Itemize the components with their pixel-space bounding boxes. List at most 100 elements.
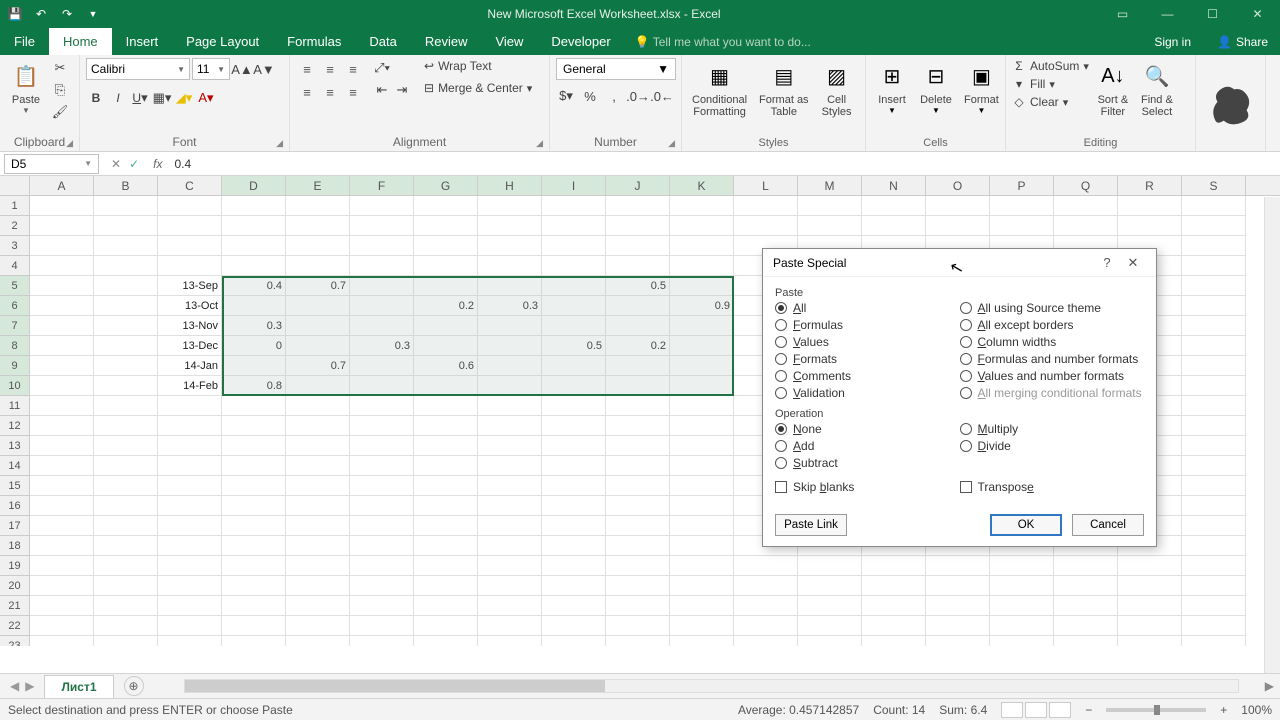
row-header-17[interactable]: 17 — [0, 516, 30, 536]
cell-C15[interactable] — [158, 476, 222, 496]
cell-E12[interactable] — [286, 416, 350, 436]
cell-J6[interactable] — [606, 296, 670, 316]
cell-G19[interactable] — [414, 556, 478, 576]
cell-R1[interactable] — [1118, 196, 1182, 216]
radio-subtract[interactable]: Subtract — [775, 456, 960, 470]
autosum-button[interactable]: ΣAutoSum ▾ — [1012, 58, 1089, 74]
cell-Q20[interactable] — [1054, 576, 1118, 596]
cell-G13[interactable] — [414, 436, 478, 456]
cell-N21[interactable] — [862, 596, 926, 616]
cell-J18[interactable] — [606, 536, 670, 556]
page-break-view-icon[interactable] — [1049, 702, 1071, 718]
cell-A17[interactable] — [30, 516, 94, 536]
underline-button[interactable]: U▾ — [130, 88, 150, 108]
cell-I10[interactable] — [542, 376, 606, 396]
redo-icon[interactable]: ↷ — [58, 5, 76, 23]
cell-E19[interactable] — [286, 556, 350, 576]
transpose-checkbox[interactable]: Transpose — [960, 480, 1145, 494]
cell-E22[interactable] — [286, 616, 350, 636]
skip-blanks-checkbox[interactable]: Skip blanks — [775, 480, 960, 494]
cell-H14[interactable] — [478, 456, 542, 476]
cell-A9[interactable] — [30, 356, 94, 376]
cell-C14[interactable] — [158, 456, 222, 476]
row-header-19[interactable]: 19 — [0, 556, 30, 576]
cell-R20[interactable] — [1118, 576, 1182, 596]
cell-J11[interactable] — [606, 396, 670, 416]
cell-C5[interactable]: 13-Sep — [158, 276, 222, 296]
cell-H19[interactable] — [478, 556, 542, 576]
cell-G11[interactable] — [414, 396, 478, 416]
cell-K3[interactable] — [670, 236, 734, 256]
cell-C19[interactable] — [158, 556, 222, 576]
cell-K21[interactable] — [670, 596, 734, 616]
cell-B6[interactable] — [94, 296, 158, 316]
cell-E21[interactable] — [286, 596, 350, 616]
column-header-E[interactable]: E — [286, 176, 350, 195]
radio-divide[interactable]: Divide — [960, 439, 1145, 453]
cell-O22[interactable] — [926, 616, 990, 636]
cell-F14[interactable] — [350, 456, 414, 476]
cell-H11[interactable] — [478, 396, 542, 416]
cell-G12[interactable] — [414, 416, 478, 436]
zoom-slider[interactable] — [1106, 708, 1206, 712]
qat-customize-icon[interactable]: ▼ — [84, 5, 102, 23]
cell-J1[interactable] — [606, 196, 670, 216]
cell-H7[interactable] — [478, 316, 542, 336]
column-header-B[interactable]: B — [94, 176, 158, 195]
row-header-4[interactable]: 4 — [0, 256, 30, 276]
cell-B12[interactable] — [94, 416, 158, 436]
cell-K14[interactable] — [670, 456, 734, 476]
cell-C8[interactable]: 13-Dec — [158, 336, 222, 356]
cell-H22[interactable] — [478, 616, 542, 636]
increase-font-icon[interactable]: A▲ — [232, 59, 252, 79]
cell-J7[interactable] — [606, 316, 670, 336]
cell-L19[interactable] — [734, 556, 798, 576]
cell-G23[interactable] — [414, 636, 478, 646]
cell-R22[interactable] — [1118, 616, 1182, 636]
cell-G1[interactable] — [414, 196, 478, 216]
cell-F8[interactable]: 0.3 — [350, 336, 414, 356]
cell-K12[interactable] — [670, 416, 734, 436]
tab-file[interactable]: File — [0, 28, 49, 55]
cell-G5[interactable] — [414, 276, 478, 296]
cell-I13[interactable] — [542, 436, 606, 456]
radio-multiply[interactable]: Multiply — [960, 422, 1145, 436]
wrap-text-button[interactable]: ↩ Wrap Text — [424, 58, 532, 74]
cell-B22[interactable] — [94, 616, 158, 636]
cell-S22[interactable] — [1182, 616, 1246, 636]
radio-values-and-number-formats[interactable]: Values and number formats — [960, 369, 1145, 383]
cell-Q21[interactable] — [1054, 596, 1118, 616]
cell-J21[interactable] — [606, 596, 670, 616]
cell-H15[interactable] — [478, 476, 542, 496]
cell-M19[interactable] — [798, 556, 862, 576]
cell-B8[interactable] — [94, 336, 158, 356]
cell-L1[interactable] — [734, 196, 798, 216]
cell-Q23[interactable] — [1054, 636, 1118, 646]
cell-H8[interactable] — [478, 336, 542, 356]
cell-J8[interactable]: 0.2 — [606, 336, 670, 356]
tell-me-search[interactable]: 💡 Tell me what you want to do... — [625, 29, 1141, 55]
tab-view[interactable]: View — [481, 28, 537, 55]
cell-E5[interactable]: 0.7 — [286, 276, 350, 296]
cancel-formula-icon[interactable]: ✕ — [111, 157, 121, 171]
horizontal-scrollbar[interactable] — [184, 679, 1239, 693]
tab-developer[interactable]: Developer — [537, 28, 624, 55]
cell-A19[interactable] — [30, 556, 94, 576]
cell-J12[interactable] — [606, 416, 670, 436]
cell-K4[interactable] — [670, 256, 734, 276]
cell-C23[interactable] — [158, 636, 222, 646]
cell-D15[interactable] — [222, 476, 286, 496]
radio-all[interactable]: All — [775, 301, 960, 315]
column-header-D[interactable]: D — [222, 176, 286, 195]
column-header-Q[interactable]: Q — [1054, 176, 1118, 195]
cell-L2[interactable] — [734, 216, 798, 236]
cell-E10[interactable] — [286, 376, 350, 396]
cell-N22[interactable] — [862, 616, 926, 636]
row-header-1[interactable]: 1 — [0, 196, 30, 216]
column-header-P[interactable]: P — [990, 176, 1054, 195]
radio-formats[interactable]: Formats — [775, 352, 960, 366]
cell-A18[interactable] — [30, 536, 94, 556]
cell-M1[interactable] — [798, 196, 862, 216]
cell-styles-button[interactable]: ▨Cell Styles — [817, 58, 857, 120]
align-left-icon[interactable]: ≡ — [296, 81, 318, 103]
